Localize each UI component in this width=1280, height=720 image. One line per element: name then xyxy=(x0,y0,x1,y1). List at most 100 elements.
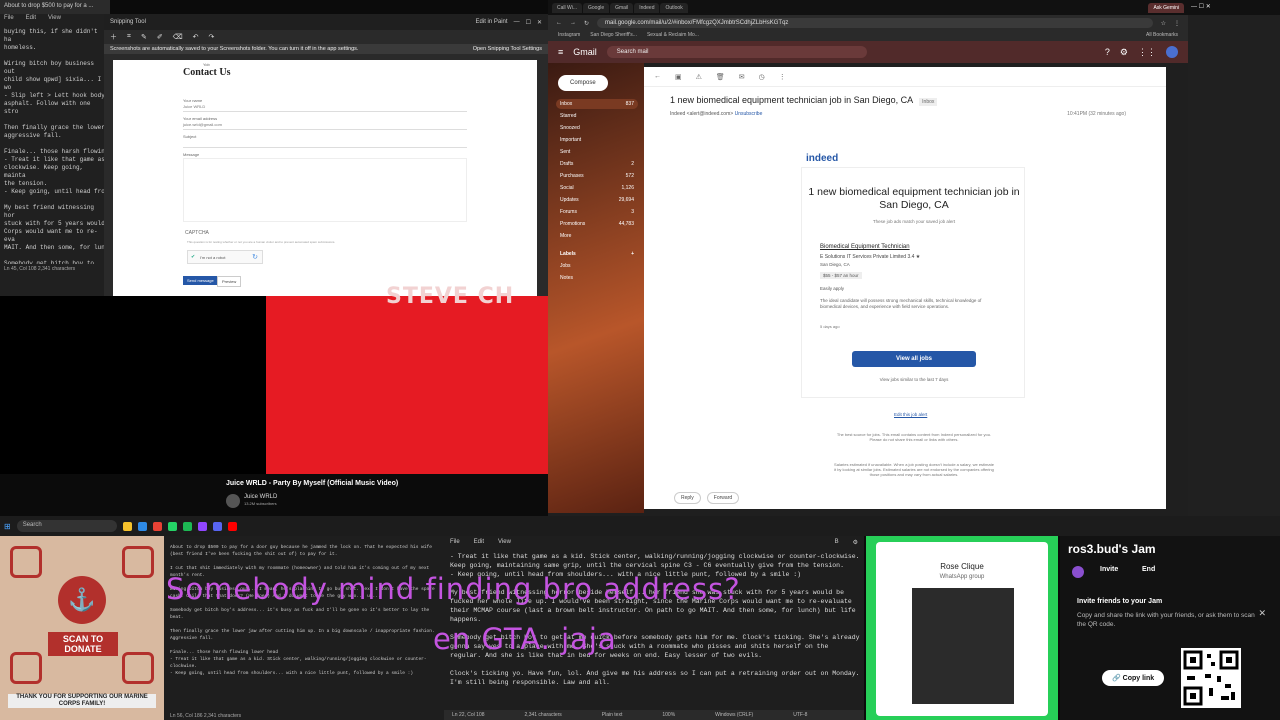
close-icon[interactable]: ✕ xyxy=(537,19,542,26)
channel-avatar[interactable] xyxy=(226,494,240,508)
nav-snoozed[interactable]: Snoozed xyxy=(556,123,638,133)
reply-button[interactable]: Reply xyxy=(674,492,701,504)
menu-icon[interactable]: ⋮ xyxy=(1174,20,1180,27)
tab-2[interactable]: Google xyxy=(583,2,610,13)
name-field[interactable]: Juice WRLD xyxy=(183,104,467,112)
discord-icon[interactable] xyxy=(212,521,222,531)
nav-purchases[interactable]: Purchases 572 xyxy=(556,171,638,181)
hamburger-icon[interactable]: ≡ xyxy=(558,47,563,57)
archive-icon[interactable]: ▣ xyxy=(675,73,682,81)
nav-updates[interactable]: Updates 29,694 xyxy=(556,195,638,205)
label-notes[interactable]: Notes xyxy=(556,273,638,283)
more-icon[interactable]: ⋮ xyxy=(779,73,786,81)
message-field[interactable] xyxy=(183,158,467,222)
view-similar-link[interactable]: View jobs similar to the last 7 days xyxy=(802,377,1026,382)
forward-icon[interactable]: → xyxy=(570,20,576,26)
twitch-icon[interactable] xyxy=(197,521,207,531)
search-mail-input[interactable]: Search mail xyxy=(606,46,867,58)
indeed-logo[interactable]: indeed xyxy=(806,153,838,164)
mark-unread-icon[interactable]: ✉ xyxy=(739,73,745,81)
scan-to-donate[interactable]: SCAN TO DONATE xyxy=(48,632,118,656)
snooze-icon[interactable]: ◷ xyxy=(759,73,765,81)
reload-icon[interactable]: ↻ xyxy=(584,20,589,27)
nav-drafts[interactable]: Drafts 2 xyxy=(556,159,638,169)
jam-end-button[interactable]: End xyxy=(1142,566,1155,573)
snip-settings-link[interactable]: Open Snipping Tool Settings xyxy=(473,46,542,52)
chrome-icon[interactable] xyxy=(152,521,162,531)
pen-icon[interactable]: ✎ xyxy=(141,33,147,41)
bottom-notepad-text[interactable]: About to drop $500 to pay for a door guy… xyxy=(170,544,440,710)
ask-gemini-button[interactable]: Ask Gemini xyxy=(1148,2,1184,13)
nav-promotions[interactable]: Promotions 44,783 xyxy=(556,219,638,229)
nav-social[interactable]: Social 1,126 xyxy=(556,183,638,193)
edit-in-paint-button[interactable]: Edit in Paint xyxy=(476,19,508,25)
copy-link-button[interactable]: 🔗 Copy link xyxy=(1102,670,1165,686)
whatsapp-icon[interactable] xyxy=(167,521,177,531)
inbox-tag[interactable]: Inbox xyxy=(919,98,938,106)
job-title-link[interactable]: Biomedical Equipment Technician xyxy=(820,244,910,250)
report-spam-icon[interactable]: ⚠ xyxy=(696,73,702,81)
new-snip-icon[interactable]: ＋ xyxy=(110,32,117,42)
unsubscribe-link[interactable]: Unsubscribe xyxy=(735,111,763,117)
bookmark-2[interactable]: San Diego Sheriff's... xyxy=(590,32,637,40)
gmail-logo[interactable]: Gmail xyxy=(573,47,597,57)
preview-button[interactable]: Preview xyxy=(217,276,242,287)
bookmark-1[interactable]: Instagram xyxy=(558,32,580,40)
edit-alert-link[interactable]: Edit this job alert xyxy=(894,412,927,417)
edge-icon[interactable] xyxy=(137,521,147,531)
back-to-inbox-icon[interactable]: ← xyxy=(654,73,661,80)
crop-icon[interactable]: ⌗ xyxy=(127,33,131,41)
settings-icon[interactable]: ⚙ xyxy=(853,539,858,547)
tab-5[interactable]: Outlook xyxy=(660,2,688,13)
minimize-icon[interactable]: — xyxy=(514,19,520,25)
nav-starred[interactable]: Starred xyxy=(556,111,638,121)
delete-icon[interactable]: 🗑 xyxy=(716,73,725,81)
file-explorer-icon[interactable] xyxy=(122,521,132,531)
close-icon[interactable]: ✕ xyxy=(1258,608,1266,619)
bookmark-3[interactable]: Sexual & Reclaim Mo... xyxy=(647,32,699,40)
subject-field[interactable] xyxy=(183,140,467,148)
avatar[interactable] xyxy=(1166,46,1178,58)
label-jobs[interactable]: Jobs xyxy=(556,261,638,271)
send-message-button[interactable]: Send message xyxy=(183,276,218,285)
tab-3[interactable]: Gmail xyxy=(610,2,634,13)
youtube-icon[interactable] xyxy=(227,521,237,531)
menu-file[interactable]: File xyxy=(450,539,460,547)
maximize-icon[interactable]: ☐ xyxy=(526,19,531,26)
left-notepad-text[interactable]: buying this, if she didn't ha homeless. … xyxy=(0,24,110,264)
menu-edit[interactable]: Edit xyxy=(474,539,484,547)
menu-edit[interactable]: Edit xyxy=(26,15,36,23)
view-all-jobs-button[interactable]: View all jobs xyxy=(852,351,976,367)
jam-invite-button[interactable]: Invite xyxy=(1100,566,1118,573)
settings-icon[interactable]: ⚙ xyxy=(1120,47,1128,58)
compose-button[interactable]: Compose xyxy=(558,75,608,91)
nav-important[interactable]: Important xyxy=(556,135,638,145)
menu-view[interactable]: View xyxy=(498,539,511,547)
nav-inbox[interactable]: Inbox 837 xyxy=(556,99,638,109)
undo-icon[interactable]: ↶ xyxy=(193,33,199,41)
add-label-icon[interactable]: + xyxy=(631,251,634,257)
tab-4[interactable]: Indeed xyxy=(634,2,660,13)
nav-more[interactable]: More xyxy=(556,231,638,241)
spotify-icon[interactable] xyxy=(182,521,192,531)
menu-view[interactable]: View xyxy=(48,15,61,23)
apps-icon[interactable]: ⋮⋮ xyxy=(1138,47,1156,58)
taskbar-search[interactable]: Search xyxy=(16,520,117,532)
url-field[interactable]: mail.google.com/mail/u/2/#inbox/FMfcgzQX… xyxy=(597,18,1153,28)
start-icon[interactable]: ⊞ xyxy=(4,522,11,531)
bold-icon[interactable]: B xyxy=(835,539,839,547)
channel-name[interactable]: Juice WRLD xyxy=(244,494,277,500)
tab-1[interactable]: Call Wi... xyxy=(552,2,582,13)
highlighter-icon[interactable]: ✐ xyxy=(157,33,163,41)
star-icon[interactable]: ☆ xyxy=(1161,20,1166,27)
email-field[interactable]: juice.wrld@gmail.com xyxy=(183,122,467,130)
all-bookmarks[interactable]: All Bookmarks xyxy=(1146,32,1178,40)
group-preview-image[interactable] xyxy=(912,588,1014,704)
menu-file[interactable]: File xyxy=(4,15,14,23)
help-icon[interactable]: ? xyxy=(1105,47,1110,57)
redo-icon[interactable]: ↷ xyxy=(208,33,214,41)
nav-sent[interactable]: Sent xyxy=(556,147,638,157)
video-title[interactable]: Juice WRLD - Party By Myself (Official M… xyxy=(226,480,398,487)
recaptcha-box[interactable]: ✔ I'm not a robot ↻ xyxy=(187,250,263,264)
eraser-icon[interactable]: ⌫ xyxy=(173,33,183,41)
